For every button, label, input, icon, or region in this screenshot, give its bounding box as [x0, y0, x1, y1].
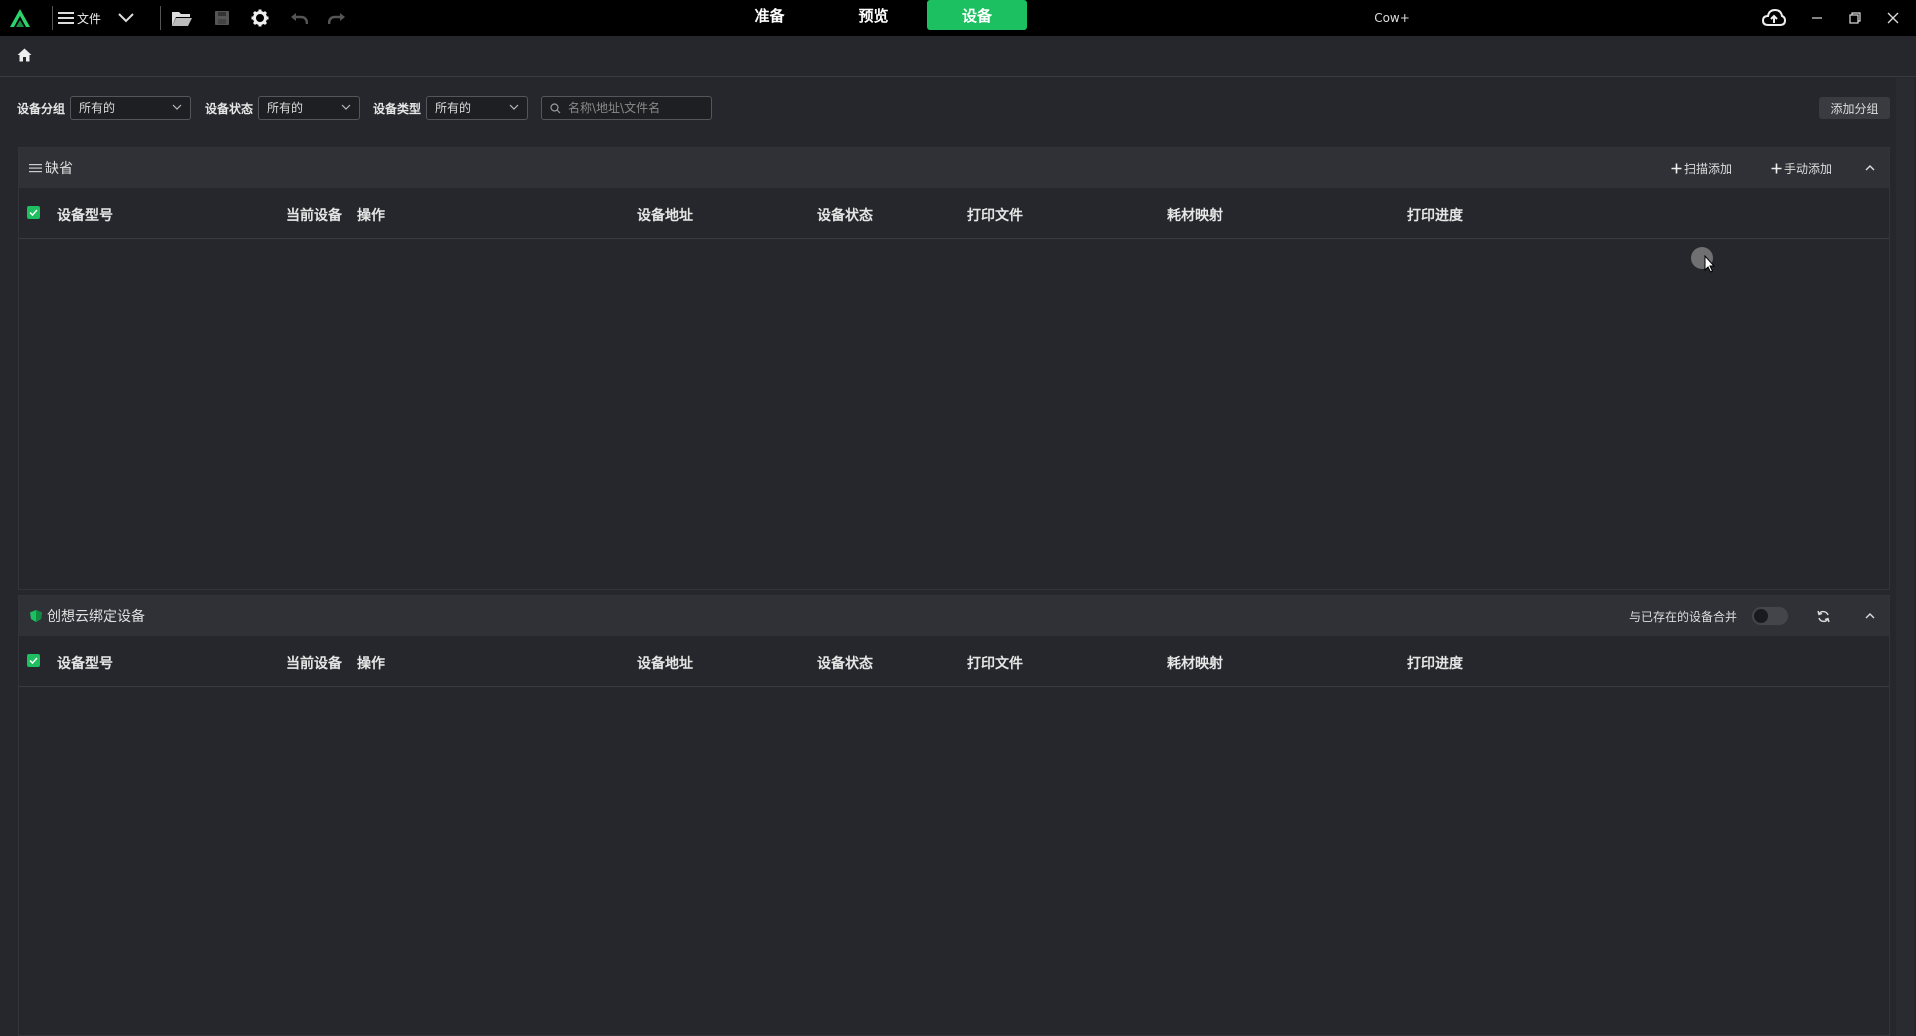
title-bar: 文件 准备 预览 设备 Cow+: [0, 0, 1916, 36]
chevron-down-icon: [341, 104, 351, 110]
default-group-panel: 缺省 扫描添加 手动添加 设备型号 当前设备 操作 设备地址 设备状态 打印文件…: [18, 147, 1890, 590]
panel-title: 缺省: [29, 148, 73, 188]
chevron-up-icon: [1865, 613, 1875, 619]
plus-icon: [1771, 163, 1782, 174]
restore-icon[interactable]: [1841, 6, 1869, 30]
column-header: 耗材映射: [1167, 208, 1223, 224]
mouse-cursor-icon: [1690, 246, 1718, 278]
chevron-up-icon: [1865, 165, 1875, 171]
refresh-icon: [1817, 610, 1830, 623]
chevron-down-icon: [509, 104, 519, 110]
panel-header: 缺省 扫描添加 手动添加: [19, 148, 1889, 188]
cloud-shield-icon: [29, 609, 43, 623]
tab-preview[interactable]: 预览: [831, 0, 916, 30]
breadcrumb: [0, 36, 1916, 77]
panel-header: 创想云绑定设备 与已存在的设备合并: [19, 596, 1889, 636]
manual-add-button[interactable]: 手动添加: [1771, 148, 1832, 188]
column-header: 耗材映射: [1167, 656, 1223, 672]
column-header: 设备状态: [817, 208, 873, 224]
app-logo-icon: [8, 6, 32, 30]
select-all-checkbox[interactable]: [27, 654, 40, 667]
gear-icon[interactable]: [248, 6, 272, 30]
type-filter-select[interactable]: 所有的: [426, 96, 528, 120]
column-header: 设备型号: [57, 656, 113, 672]
column-header: 操作: [357, 208, 385, 224]
group-filter-select[interactable]: 所有的: [70, 96, 191, 120]
redo-icon[interactable]: [325, 6, 349, 30]
refresh-button[interactable]: [1817, 596, 1830, 636]
file-menu-label: 文件: [77, 11, 102, 26]
merge-label: 与已存在的设备合并: [1629, 609, 1738, 624]
column-header: 打印进度: [1407, 656, 1463, 672]
column-header: 当前设备: [286, 208, 342, 224]
search-input[interactable]: 名称\地址\文件名: [541, 96, 712, 120]
column-header: 设备地址: [637, 208, 693, 224]
type-filter-label: 设备类型: [373, 102, 422, 116]
chevron-down-icon: [172, 104, 182, 110]
collapse-panel-button[interactable]: [1865, 596, 1875, 636]
table-header: 设备型号 当前设备 操作 设备地址 设备状态 打印文件 耗材映射 打印进度: [19, 636, 1889, 687]
column-header: 当前设备: [286, 656, 342, 672]
tab-prepare[interactable]: 准备: [727, 0, 812, 30]
status-filter-value: 所有的: [267, 101, 304, 115]
save-icon[interactable]: [210, 6, 234, 30]
select-all-checkbox[interactable]: [27, 206, 40, 219]
list-icon: [29, 163, 42, 173]
search-icon: [550, 103, 561, 114]
search-placeholder: 名称\地址\文件名: [568, 101, 661, 115]
panel-title: 创想云绑定设备: [29, 596, 145, 636]
plus-icon: [1671, 163, 1682, 174]
cloud-bound-panel: 创想云绑定设备 与已存在的设备合并 设备型号 当前设备 操作 设备地址 设备状态…: [18, 595, 1890, 1036]
group-filter-label: 设备分组: [17, 102, 66, 116]
column-header: 设备型号: [57, 208, 113, 224]
separator: [52, 6, 53, 30]
cloud-upload-icon[interactable]: [1760, 6, 1788, 30]
panel-title-text: 创想云绑定设备: [47, 609, 145, 625]
minimize-icon[interactable]: [1803, 6, 1831, 30]
group-filter-value: 所有的: [79, 101, 116, 115]
tab-devices[interactable]: 设备: [927, 0, 1027, 30]
chevron-down-icon[interactable]: [114, 6, 138, 30]
scan-add-button[interactable]: 扫描添加: [1671, 148, 1732, 188]
separator: [160, 6, 161, 30]
window-title: Cow+: [1374, 11, 1410, 25]
undo-icon[interactable]: [287, 6, 311, 30]
panel-title-text: 缺省: [45, 161, 73, 177]
manual-add-label: 手动添加: [1784, 161, 1833, 176]
status-filter-select[interactable]: 所有的: [258, 96, 360, 120]
column-header: 设备状态: [817, 656, 873, 672]
column-header: 打印文件: [967, 656, 1023, 672]
merge-toggle[interactable]: [1752, 607, 1788, 625]
hamburger-icon: [58, 11, 74, 25]
open-folder-icon[interactable]: [170, 6, 194, 30]
scan-add-label: 扫描添加: [1684, 161, 1733, 176]
scrollbar[interactable]: [1896, 78, 1914, 1036]
toggle-knob: [1754, 609, 1768, 623]
add-group-button[interactable]: 添加分组: [1819, 97, 1890, 119]
table-header: 设备型号 当前设备 操作 设备地址 设备状态 打印文件 耗材映射 打印进度: [19, 188, 1889, 239]
collapse-panel-button[interactable]: [1865, 148, 1875, 188]
status-filter-label: 设备状态: [205, 102, 254, 116]
type-filter-value: 所有的: [435, 101, 472, 115]
column-header: 打印文件: [967, 208, 1023, 224]
close-icon[interactable]: [1879, 6, 1907, 30]
column-header: 设备地址: [637, 656, 693, 672]
column-header: 操作: [357, 656, 385, 672]
column-header: 打印进度: [1407, 208, 1463, 224]
home-icon[interactable]: [17, 48, 32, 62]
file-menu-button[interactable]: 文件: [58, 6, 110, 30]
